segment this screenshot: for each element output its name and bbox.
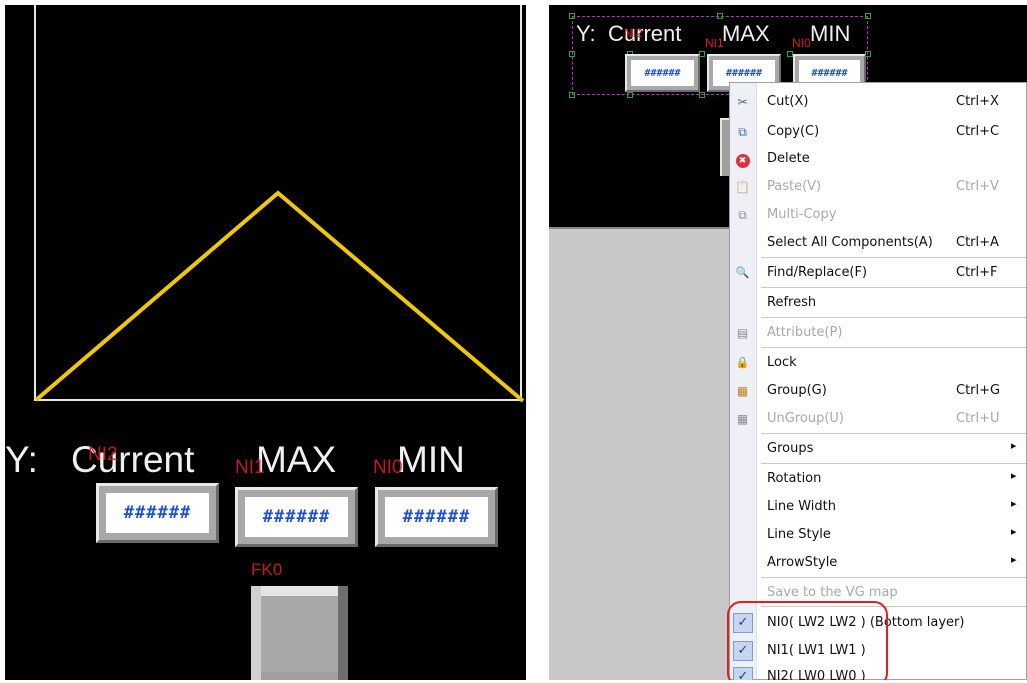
menu-item-refresh[interactable]: Refresh [730,289,1027,317]
min-value: ###### [385,497,488,537]
menu-item-line-width[interactable]: Line Width ▸ [730,493,1027,521]
function-key-button[interactable] [251,586,348,680]
menu-separator [761,433,1026,434]
menu-item-find-replace[interactable]: 🔍 Find/Replace(F) Ctrl+F [730,259,1027,287]
highlight-annotation [727,601,888,680]
trend-line [34,190,525,403]
current-label: Current [608,21,682,46]
current-numeric-display[interactable]: ###### [625,54,700,92]
copy-icon: ⧉ [738,125,747,139]
current-object-tag: NI2 [624,26,643,40]
resize-handle[interactable] [699,92,705,98]
menu-item-copy[interactable]: ⧉ Copy(C) Ctrl+C [730,118,1027,146]
menu-separator [761,347,1026,348]
current-value: ###### [106,493,209,533]
menu-item-attribute[interactable]: ▤ Attribute(P) [730,319,1027,347]
hmi-preview-panel: Y: Current MAX MIN NI2 NI1 NI0 ###### ##… [5,5,526,680]
editor-canvas-panel: Y: Current MAX MIN NI2 NI1 NI0 ###### ##… [549,5,1027,680]
menu-item-line-style[interactable]: Line Style ▸ [730,521,1027,549]
lock-icon: 🔒 [735,356,750,369]
menu-separator [761,317,1026,318]
resize-handle[interactable] [569,51,575,57]
resize-handle[interactable] [865,13,871,19]
menu-item-lock[interactable]: 🔒 Lock [730,349,1027,377]
scissors-icon: ✂ [737,95,748,109]
submenu-arrow-icon: ▸ [1011,497,1017,510]
menu-item-group[interactable]: ▦ Group(G) Ctrl+G [730,377,1027,405]
y-axis-label: Y: [5,439,38,480]
binoculars-icon: 🔍 [735,266,750,279]
min-object-tag: NI0 [373,457,403,478]
submenu-arrow-icon: ▸ [1011,553,1017,566]
submenu-arrow-icon: ▸ [1011,469,1017,482]
min-object-tag: NI0 [792,36,811,50]
menu-item-ungroup[interactable]: ▦ UnGroup(U) Ctrl+U [730,405,1027,433]
paste-icon: 📋 [735,180,750,194]
max-label: MAX [256,439,337,480]
submenu-arrow-icon: ▸ [1011,525,1017,538]
attribute-icon: ▤ [736,326,749,340]
menu-item-delete[interactable]: ✖ Delete [730,145,1027,173]
min-numeric-display[interactable]: ###### [375,487,498,547]
resize-handle[interactable] [627,92,633,98]
current-numeric-display[interactable]: ###### [96,483,219,543]
min-label: MIN [397,439,465,480]
y-axis-label: Y: [576,21,596,46]
button-object-tag: FK0 [251,560,283,579]
resize-handle[interactable] [569,92,575,98]
multi-copy-icon: ⧉ [738,208,747,222]
menu-item-multi-copy[interactable]: ⧉ Multi-Copy [730,201,1027,229]
ungroup-icon: ▦ [736,412,749,426]
max-object-tag: NI1 [235,457,265,478]
max-value: ###### [245,497,348,537]
current-value: ###### [631,60,694,86]
resize-handle[interactable] [717,13,723,19]
menu-item-rotation[interactable]: Rotation ▸ [730,465,1027,493]
menu-separator [761,463,1026,464]
trend-line-chart [34,190,525,403]
menu-separator [761,287,1026,288]
min-label: MIN [810,21,851,46]
menu-item-paste[interactable]: 📋 Paste(V) Ctrl+V [730,173,1027,201]
menu-separator [761,577,1026,578]
submenu-arrow-icon: ▸ [1011,439,1017,452]
current-object-tag: NI2 [88,444,118,465]
menu-item-cut[interactable]: ✂ Cut(X) Ctrl+X [730,88,1027,116]
delete-icon: ✖ [734,151,751,168]
menu-item-groups[interactable]: Groups ▸ [730,435,1027,463]
max-object-tag: NI1 [705,36,724,50]
group-icon: ▦ [736,384,749,398]
menu-separator [761,257,1026,258]
menu-item-arrow-style[interactable]: ArrowStyle ▸ [730,549,1027,577]
menu-item-select-all[interactable]: Select All Components(A) Ctrl+A [730,229,1027,257]
max-numeric-display[interactable]: ###### [235,487,358,547]
max-label: MAX [722,21,770,46]
resize-handle[interactable] [569,13,575,19]
context-menu[interactable]: ✂ Cut(X) Ctrl+X ⧉ Copy(C) Ctrl+C ✖ Delet… [729,82,1027,680]
